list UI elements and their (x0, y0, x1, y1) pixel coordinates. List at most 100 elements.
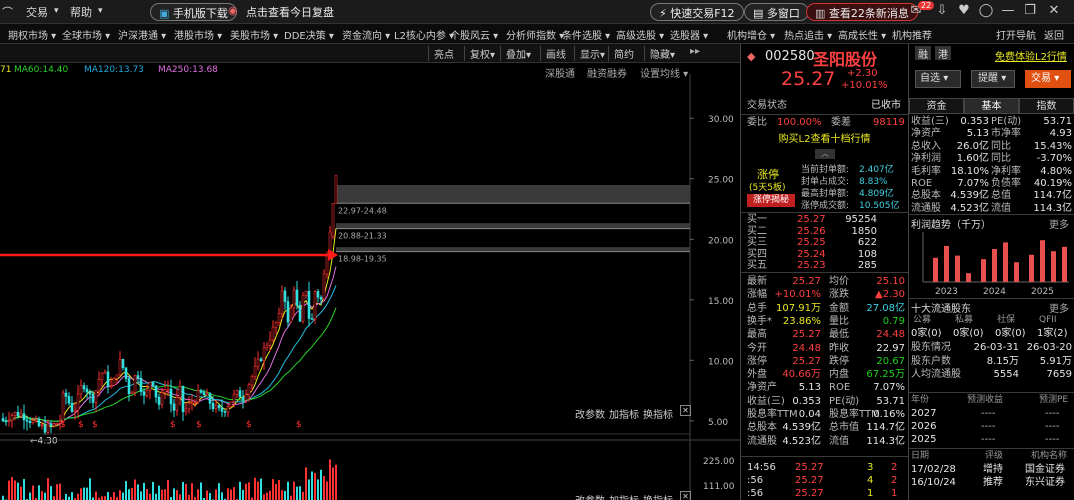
change-param-button[interactable]: 改参数 (575, 406, 605, 421)
bid-row: 买五 25.23 285 (747, 260, 877, 271)
low-price-label: ←4.30 (30, 436, 58, 446)
add-indicator-button[interactable]: 加指标 (609, 406, 639, 421)
swap-indicator-button[interactable]: 换指标 (643, 406, 673, 421)
menubar-item[interactable]: 高级选股 ▾ (616, 27, 664, 42)
menubar-item[interactable]: 条件选股 ▾ (562, 27, 610, 42)
limit-up-reveal-button[interactable]: 涨停揭秘 (747, 194, 795, 207)
skin-icon[interactable]: ♥ (956, 3, 972, 19)
menubar-item[interactable]: 分析师指数 ▾ (506, 27, 564, 42)
l2-buy-link[interactable]: 购买L2查看十档行情 (741, 134, 908, 146)
menubar-item[interactable]: 打开导航 (996, 27, 1036, 42)
volume-bar (323, 476, 325, 500)
forecast-row: 2025 ---- ---- (911, 434, 1060, 445)
close-icon[interactable]: ✕ (680, 405, 691, 416)
institution-row[interactable]: 16/10/24 推荐 东兴证券 (909, 477, 1074, 489)
candle-body (109, 385, 113, 387)
chart-option-link[interactable]: 深股通 (545, 65, 575, 80)
volume-bar (182, 481, 184, 500)
menubar-item[interactable]: 全球市场 ▾ (62, 27, 110, 42)
close-icon[interactable]: ✕ (680, 491, 691, 500)
menu-item-help[interactable]: 帮助 (70, 4, 92, 20)
menubar-item[interactable]: 返回 (1044, 27, 1064, 42)
candle-body (97, 379, 101, 392)
swap-indicator-button[interactable]: 换指标 (643, 492, 673, 500)
menubar-item[interactable]: 港股市场 ▾ (174, 27, 222, 42)
menubar-item[interactable]: L2核心内参 ▾ (394, 27, 454, 42)
candle-body (226, 406, 230, 413)
volume-bar (125, 481, 127, 500)
chevron-right-icon[interactable]: ▸▸ (690, 46, 700, 61)
dividend-marker: $ (78, 420, 84, 430)
news-button[interactable]: ▥ 查看22条新消息 (806, 3, 918, 21)
candle-body (232, 393, 236, 403)
candle-body (34, 419, 38, 422)
volume-bar (188, 494, 190, 500)
candle-body (238, 390, 242, 398)
menubar-item[interactable]: 选股器 ▾ (670, 27, 708, 42)
quick-trade-button[interactable]: ⚡ 快速交易F12 (650, 3, 744, 21)
chart-option-link[interactable]: 融资融券 (587, 65, 627, 80)
toolbar-separator (644, 46, 645, 61)
menubar-item[interactable]: 个股风云 ▾ (450, 27, 498, 42)
candle-body (235, 390, 239, 395)
fund-tab[interactable]: 资金 (909, 98, 964, 114)
close-icon[interactable]: ✕ (1046, 3, 1062, 19)
chart-tool-button[interactable]: 简约 (614, 46, 634, 61)
candle-body (298, 304, 302, 322)
chart-tool-button[interactable]: 画线 (546, 46, 566, 61)
stock-flag-icon: ◆ (747, 50, 756, 63)
collapse-toggle[interactable]: ︿ (815, 149, 835, 159)
volume-bar (299, 486, 301, 500)
restore-icon[interactable]: ❐ (1022, 3, 1038, 19)
menu-item-blank[interactable]: ⌒ (2, 4, 13, 20)
review-promo-link[interactable]: 点击查看今日复盘 (246, 4, 334, 20)
candle-body (115, 374, 119, 379)
candle-body (283, 290, 287, 302)
fund-tab[interactable]: 指数 (1019, 98, 1074, 114)
candle-body (13, 411, 17, 416)
chart-tool-button[interactable]: 亮点 (434, 46, 454, 61)
menubar-item[interactable]: 期权市场 ▾ (8, 27, 56, 42)
menubar-item[interactable]: 机构增仓 ▾ (727, 27, 775, 42)
kline-chart-panel[interactable]: 亮点 复权▾ 叠加▾ 画线 显示▾ 简约 隐藏▾ ▸▸ 71 MA60:14.40 MA120… (0, 44, 740, 500)
chart-tool-button[interactable]: 隐藏▾ (650, 46, 675, 61)
volume-axis-label: 225.00 (703, 457, 735, 467)
menu-item-trade[interactable]: 交易 (26, 4, 48, 20)
add-indicator-button[interactable]: 加指标 (609, 492, 639, 500)
menubar-item[interactable]: DDE决策 ▾ (284, 27, 334, 42)
limit-up-stat-row: 最高封单额: 4.809亿 (801, 189, 894, 199)
download-icon[interactable]: ⇩ (934, 3, 950, 19)
mobile-download-button[interactable]: ▣ 手机版下载 (150, 3, 237, 21)
institution-row[interactable]: 17/02/28 增持 国金证券 (909, 464, 1074, 476)
chart-option-link[interactable]: 设置均线 ▾ (640, 65, 688, 80)
volume-bar (233, 487, 235, 500)
chart-tool-button[interactable]: 叠加▾ (506, 46, 531, 61)
menubar-item[interactable]: 高成长性 ▾ (838, 27, 886, 42)
volume-bar (122, 492, 124, 500)
change-param-button[interactable]: 改参数 (575, 492, 605, 500)
candle-body (244, 394, 248, 401)
candle-body (223, 411, 227, 413)
menubar-item[interactable]: 热点追击 ▾ (784, 27, 832, 42)
dividend-marker: $ (196, 420, 202, 430)
chart-tool-button[interactable]: 复权▾ (470, 46, 495, 61)
volume-bar (329, 459, 331, 500)
multi-window-button[interactable]: ▤ 多窗口 (744, 3, 809, 21)
lightning-icon: ⚡ (659, 7, 667, 20)
price-zone-label: 22.97-24.48 (338, 206, 387, 215)
kline-svg[interactable]: 30.00 25.00 20.00 15.00 10.00 5.00 22.97-24.48… (0, 74, 740, 500)
menubar-item[interactable]: 沪深港通 ▾ (118, 27, 166, 42)
chevron-down-icon: ▾ (54, 6, 59, 16)
chart-tool-button[interactable]: 显示▾ (580, 46, 605, 61)
holders-more[interactable]: 更多 (1049, 300, 1069, 315)
minimize-icon[interactable]: — (1000, 3, 1016, 19)
fund-tab[interactable]: 基本 (964, 98, 1019, 114)
menubar-item[interactable]: 资金流向 ▾ (342, 27, 390, 42)
volume-bar (50, 486, 52, 500)
moving-average-line (2, 228, 337, 428)
menubar-item[interactable]: 机构推荐 (892, 27, 932, 42)
profit-trend-chart: 2023 2024 2025 (922, 232, 1069, 297)
menubar-item[interactable]: 美股市场 ▾ (230, 27, 278, 42)
user-icon[interactable]: ◯ (978, 3, 994, 19)
candle-body (286, 301, 290, 323)
